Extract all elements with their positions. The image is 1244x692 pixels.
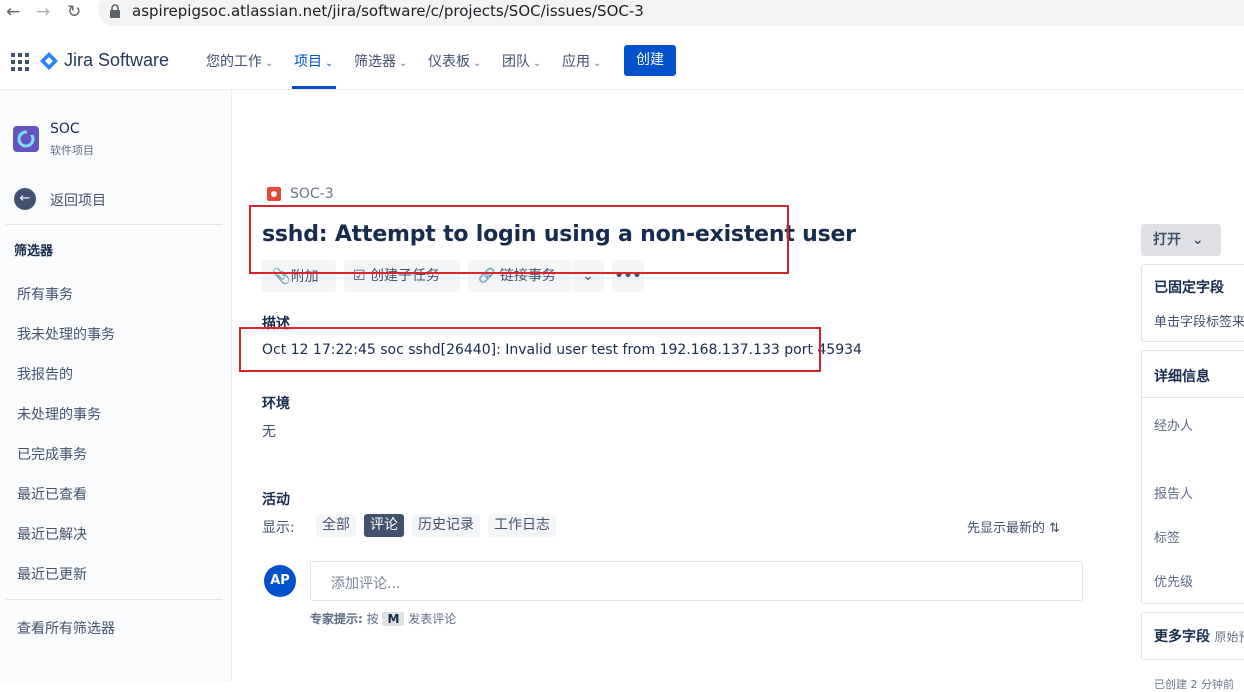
top-navigation: Jira Software 您的工作 ⌄ 项目 ⌄ 筛选器 ⌄ 仪表板 ⌄ 团队 ⌄ 应用…: [0, 35, 1244, 90]
sort-toggle[interactable]: 先显示最新的 ⇅: [967, 517, 1060, 536]
highlight-box-title: [249, 205, 789, 274]
nav-apps[interactable]: 应用 ⌄: [562, 51, 601, 71]
pinned-fields-heading: 已固定字段: [1154, 280, 1224, 296]
filter-item[interactable]: 最近已解决: [17, 524, 87, 544]
reload-icon[interactable]: ↻: [67, 2, 81, 22]
filter-item[interactable]: 所有事务: [17, 284, 73, 304]
pinned-fields-panel: [1141, 264, 1244, 342]
created-footer: 已创建 2 分钟前: [1154, 678, 1234, 691]
divider: [6, 224, 222, 225]
field-assignee-label: 经办人: [1154, 419, 1194, 434]
lock-icon: [110, 4, 120, 18]
field-reporter-label: 报告人: [1154, 487, 1194, 502]
issue-key-link[interactable]: SOC-3: [290, 186, 334, 202]
chevron-down-icon: ⌄: [473, 58, 482, 69]
field-labels-label: 标签: [1154, 531, 1181, 546]
filters-heading: 筛选器: [14, 244, 54, 259]
highlight-box-description: [239, 327, 821, 372]
bug-icon: [267, 187, 281, 201]
tab-worklog[interactable]: 工作日志: [488, 514, 556, 537]
chevron-down-icon: ⌄: [593, 58, 602, 69]
filter-item[interactable]: 我未处理的事务: [17, 324, 115, 344]
pro-tip: 专家提示: 按 M 发表评论: [310, 612, 457, 626]
chevron-down-icon: ⌄: [1191, 232, 1204, 248]
environment-value[interactable]: 无: [262, 421, 276, 441]
filter-item[interactable]: 最近已查看: [17, 484, 87, 504]
sort-icon: ⇅: [1049, 521, 1061, 536]
tab-all[interactable]: 全部: [316, 514, 356, 537]
nav-filters[interactable]: 筛选器 ⌄: [354, 51, 407, 71]
chevron-down-icon: ⌄: [265, 58, 274, 69]
details-panel: [1141, 350, 1244, 604]
back-icon[interactable]: ←: [6, 2, 20, 22]
avatar[interactable]: AP: [264, 565, 296, 597]
tab-history[interactable]: 历史记录: [412, 514, 480, 537]
comment-input[interactable]: 添加评论...: [310, 561, 1083, 601]
nav-your-work[interactable]: 您的工作 ⌄: [206, 51, 273, 71]
url-text[interactable]: aspirepigsoc.atlassian.net/jira/software…: [132, 2, 644, 20]
app-switcher-icon[interactable]: [11, 53, 29, 71]
chevron-down-icon: ⌄: [533, 58, 542, 69]
chevron-down-icon: ⌄: [325, 58, 334, 69]
filter-item[interactable]: 最近已更新: [17, 564, 87, 584]
show-label: 显示:: [262, 520, 295, 536]
more-fields-header[interactable]: 更多字段 原始预: [1154, 626, 1244, 646]
divider: [1141, 397, 1244, 398]
back-arrow-icon[interactable]: ←: [14, 188, 36, 210]
view-all-filters-link[interactable]: 查看所有筛选器: [17, 618, 115, 638]
activity-heading: 活动: [262, 492, 290, 508]
jira-logo[interactable]: Jira Software: [40, 50, 169, 71]
nav-teams[interactable]: 团队 ⌄: [502, 51, 541, 71]
create-button[interactable]: 创建: [624, 45, 676, 76]
nav-dashboards[interactable]: 仪表板 ⌄: [428, 51, 481, 71]
pinned-fields-hint: 单击字段标签来: [1154, 315, 1244, 330]
details-heading[interactable]: 详细信息: [1154, 366, 1210, 386]
nav-projects[interactable]: 项目 ⌄: [294, 51, 333, 71]
comment-placeholder: 添加评论...: [331, 576, 401, 592]
chevron-down-icon: ⌄: [399, 58, 408, 69]
divider: [6, 599, 222, 600]
back-to-project-link[interactable]: 返回项目: [50, 190, 106, 210]
filter-item[interactable]: 未处理的事务: [17, 404, 101, 424]
project-sidebar: SOC 软件项目 ← 返回项目 筛选器 所有事务 我未处理的事务 我报告的 未处…: [0, 90, 232, 682]
project-avatar-icon: [13, 126, 39, 152]
jira-diamond-icon: [40, 51, 58, 70]
environment-heading: 环境: [262, 396, 290, 412]
browser-toolbar: ← → ↻ aspirepigsoc.atlassian.net/jira/so…: [0, 0, 1244, 26]
forward-icon[interactable]: →: [36, 2, 50, 22]
tab-comments[interactable]: 评论: [364, 514, 404, 537]
project-type: 软件项目: [50, 144, 94, 157]
field-priority-label: 优先级: [1154, 575, 1194, 590]
product-name: Jira Software: [64, 50, 170, 70]
status-dropdown[interactable]: 打开 ⌄: [1141, 224, 1221, 256]
project-name[interactable]: SOC: [50, 121, 80, 137]
active-tab-indicator: [292, 86, 336, 89]
shortcut-key: M: [382, 612, 405, 626]
filter-item[interactable]: 我报告的: [17, 364, 73, 384]
filter-item[interactable]: 已完成事务: [17, 444, 87, 464]
